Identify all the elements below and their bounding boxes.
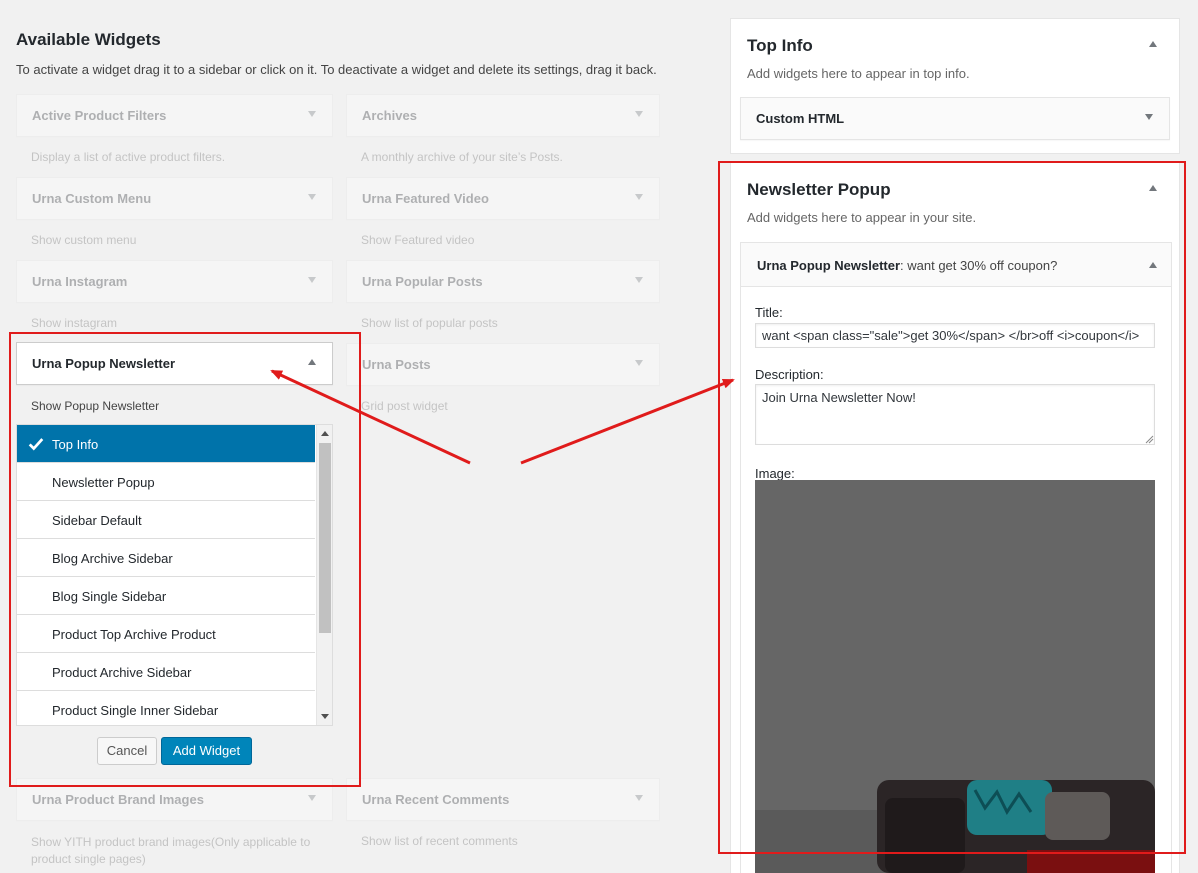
widget-name: Urna Featured Video	[362, 191, 489, 206]
chevron-up-icon[interactable]	[1149, 41, 1157, 47]
widget-description: Show list of recent comments	[361, 834, 518, 848]
widget-name: Custom HTML	[756, 111, 845, 126]
sidebar-description: Add widgets here to appear in top info.	[747, 66, 970, 81]
widget-name: Urna Product Brand Images	[32, 792, 204, 807]
widget-name: Urna Popular Posts	[362, 274, 483, 289]
widget-description: Show custom menu	[31, 233, 137, 247]
chevron-down-icon	[308, 277, 316, 283]
widget-description: A monthly archive of your site’s Posts.	[361, 150, 563, 164]
widget-name: Urna Instagram	[32, 274, 128, 289]
page-description: To activate a widget drag it to a sideba…	[16, 62, 657, 77]
widget-urna-popular-posts[interactable]: Urna Popular Posts	[346, 260, 660, 303]
widget-active-product-filters[interactable]: Active Product Filters	[16, 94, 333, 137]
widget-name: Urna Recent Comments	[362, 792, 510, 807]
page-title: Available Widgets	[16, 30, 161, 49]
chevron-down-icon	[635, 111, 643, 117]
widget-description: Show YITH product brand images(Only appl…	[31, 835, 311, 866]
sidebar-top-info: Top Info Add widgets here to appear in t…	[730, 18, 1180, 154]
widget-description: Display a list of active product filters…	[31, 150, 226, 164]
widget-archives[interactable]: Archives	[346, 94, 660, 137]
widget-description: Show Featured video	[361, 233, 475, 247]
sidebar-title[interactable]: Top Info	[747, 36, 813, 56]
chevron-down-icon	[308, 111, 316, 117]
chevron-down-icon	[308, 194, 316, 200]
widget-urna-posts[interactable]: Urna Posts	[346, 343, 660, 386]
chevron-down-icon	[635, 360, 643, 366]
widget-name: Urna Posts	[362, 357, 431, 372]
widget-urna-instagram[interactable]: Urna Instagram	[16, 260, 333, 303]
chevron-down-icon	[635, 277, 643, 283]
widget-name: Active Product Filters	[32, 108, 167, 123]
widget-description: Show instagram	[31, 316, 118, 330]
arrow-to-sidebar	[520, 378, 735, 465]
widget-urna-recent-comments[interactable]: Urna Recent Comments	[346, 778, 660, 821]
chevron-down-icon	[635, 795, 643, 801]
widget-name: Urna Custom Menu	[32, 191, 152, 206]
widget-custom-html[interactable]: Custom HTML	[740, 97, 1170, 140]
annotation-box-left	[9, 332, 361, 787]
chevron-down-icon	[308, 795, 316, 801]
widget-urna-custom-menu[interactable]: Urna Custom Menu	[16, 177, 333, 220]
chevron-down-icon	[635, 194, 643, 200]
widget-description: Show list of popular posts	[361, 316, 498, 330]
chevron-down-icon	[1145, 114, 1153, 120]
widget-urna-featured-video[interactable]: Urna Featured Video	[346, 177, 660, 220]
widget-description: Grid post widget	[361, 399, 448, 413]
annotation-box-right	[718, 161, 1186, 854]
widget-name: Archives	[362, 108, 417, 123]
